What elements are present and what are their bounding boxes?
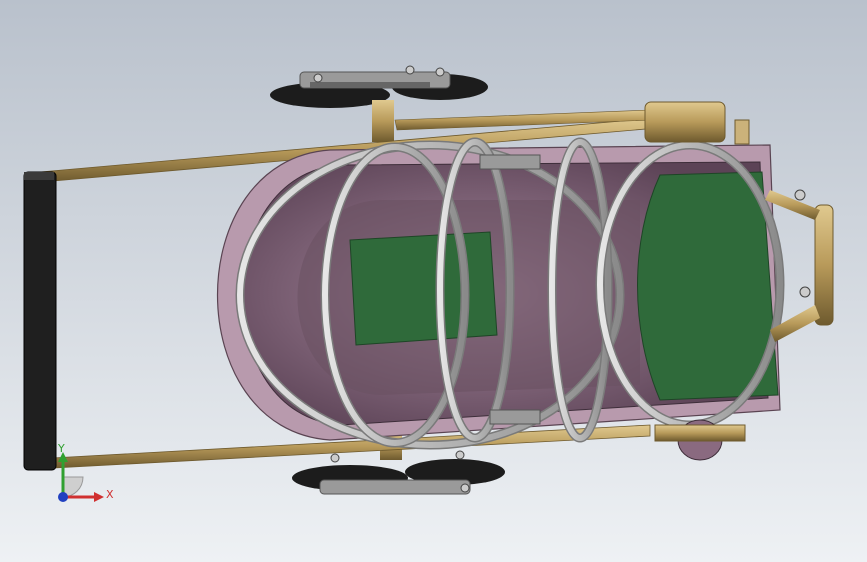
seat-mat (349, 231, 498, 346)
z-axis-marker (58, 492, 68, 502)
backrest-mat (637, 171, 779, 401)
cad-viewport[interactable]: X Y (0, 0, 867, 562)
axis-label-y: Y (57, 442, 65, 455)
handle-grip (23, 171, 57, 471)
axis-label-x: X (106, 488, 114, 501)
